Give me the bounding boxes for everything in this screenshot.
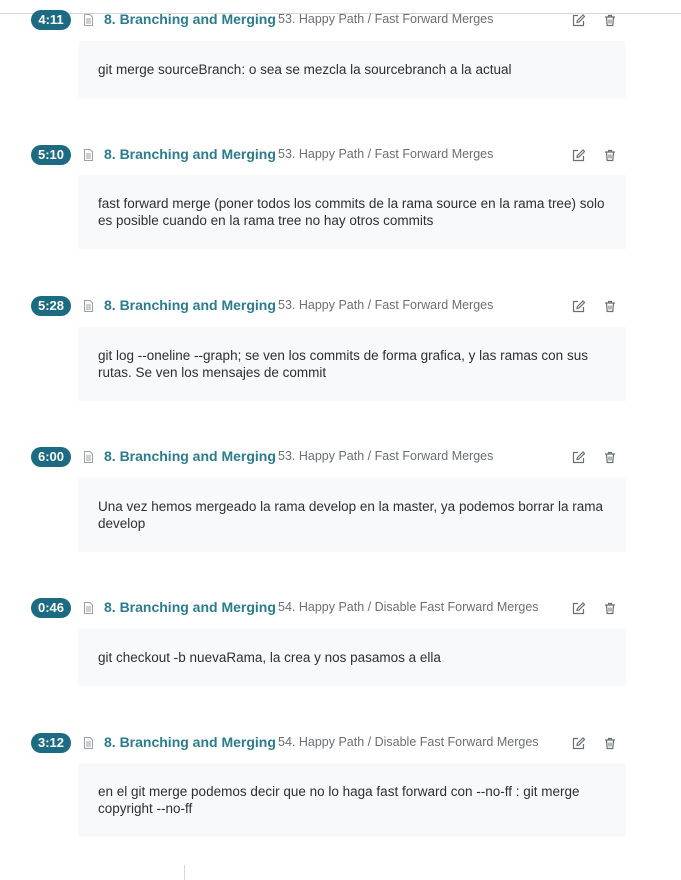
edit-button[interactable] bbox=[569, 146, 587, 164]
timestamp-badge[interactable]: 5:28 bbox=[31, 296, 71, 316]
note-header: 5:28 8. Branching and Merging 53. Happy … bbox=[31, 296, 631, 316]
lecture-title: 53. Happy Path / Fast Forward Merges bbox=[278, 12, 494, 26]
timestamp-badge[interactable]: 3:12 bbox=[31, 733, 71, 753]
edit-icon bbox=[572, 601, 585, 614]
lecture-title: 54. Happy Path / Disable Fast Forward Me… bbox=[278, 735, 539, 749]
document-icon bbox=[84, 300, 93, 312]
edit-button[interactable] bbox=[569, 599, 587, 617]
edit-icon bbox=[572, 299, 585, 312]
section-link[interactable]: 8. Branching and Merging bbox=[104, 599, 276, 615]
edit-button[interactable] bbox=[569, 734, 587, 752]
note-content: Una vez hemos mergeado la rama develop e… bbox=[78, 478, 626, 552]
note-text: fast forward merge (poner todos los comm… bbox=[98, 196, 605, 228]
delete-button[interactable] bbox=[601, 599, 619, 617]
trash-icon bbox=[605, 149, 615, 161]
edit-icon bbox=[572, 736, 585, 749]
delete-button[interactable] bbox=[601, 734, 619, 752]
document-icon bbox=[84, 737, 93, 749]
note-content: fast forward merge (poner todos los comm… bbox=[78, 175, 626, 249]
note-content: git merge sourceBranch: o sea se mezcla … bbox=[78, 41, 626, 98]
document-icon bbox=[84, 451, 93, 463]
timestamp-badge[interactable]: 5:10 bbox=[31, 145, 71, 165]
note-header: 4:11 8. Branching and Merging 53. Happy … bbox=[31, 10, 631, 30]
note-text: git merge sourceBranch: o sea se mezcla … bbox=[98, 62, 512, 77]
lecture-title: 53. Happy Path / Fast Forward Merges bbox=[278, 147, 494, 161]
lecture-title: 53. Happy Path / Fast Forward Merges bbox=[278, 449, 494, 463]
note-content: git checkout -b nuevaRama, la crea y nos… bbox=[78, 629, 626, 686]
timestamp-badge[interactable]: 0:46 bbox=[31, 598, 71, 618]
section-link[interactable]: 8. Branching and Merging bbox=[104, 11, 276, 27]
note-header: 6:00 8. Branching and Merging 53. Happy … bbox=[31, 447, 631, 467]
section-link[interactable]: 8. Branching and Merging bbox=[104, 448, 276, 464]
document-icon bbox=[84, 149, 93, 161]
delete-button[interactable] bbox=[601, 146, 619, 164]
delete-button[interactable] bbox=[601, 297, 619, 315]
divider bbox=[184, 865, 185, 880]
note-header: 3:12 8. Branching and Merging 54. Happy … bbox=[31, 733, 631, 753]
section-link[interactable]: 8. Branching and Merging bbox=[104, 146, 276, 162]
trash-icon bbox=[605, 14, 615, 26]
document-icon bbox=[84, 602, 93, 614]
edit-icon bbox=[572, 13, 585, 26]
edit-button[interactable] bbox=[569, 448, 587, 466]
delete-button[interactable] bbox=[601, 11, 619, 29]
section-link[interactable]: 8. Branching and Merging bbox=[104, 297, 276, 313]
timestamp-badge[interactable]: 4:11 bbox=[31, 10, 71, 30]
note-text: Una vez hemos mergeado la rama develop e… bbox=[98, 499, 604, 531]
note-content: en el git merge podemos decir que no lo … bbox=[78, 763, 626, 837]
note-content: git log --oneline --graph; se ven los co… bbox=[78, 327, 626, 401]
section-link[interactable]: 8. Branching and Merging bbox=[104, 734, 276, 750]
edit-icon bbox=[572, 450, 585, 463]
note-text: git log --oneline --graph; se ven los co… bbox=[98, 348, 588, 380]
trash-icon bbox=[605, 300, 615, 312]
lecture-title: 54. Happy Path / Disable Fast Forward Me… bbox=[278, 600, 539, 614]
note-header: 5:10 8. Branching and Merging 53. Happy … bbox=[31, 145, 631, 165]
delete-button[interactable] bbox=[601, 448, 619, 466]
document-icon bbox=[84, 14, 93, 26]
note-header: 0:46 8. Branching and Merging 54. Happy … bbox=[31, 598, 631, 618]
note-text: git checkout -b nuevaRama, la crea y nos… bbox=[98, 650, 441, 665]
note-text: en el git merge podemos decir que no lo … bbox=[98, 784, 580, 816]
lecture-title: 53. Happy Path / Fast Forward Merges bbox=[278, 298, 494, 312]
trash-icon bbox=[605, 737, 615, 749]
edit-button[interactable] bbox=[569, 11, 587, 29]
edit-icon bbox=[572, 148, 585, 161]
trash-icon bbox=[605, 602, 615, 614]
trash-icon bbox=[605, 451, 615, 463]
edit-button[interactable] bbox=[569, 297, 587, 315]
timestamp-badge[interactable]: 6:00 bbox=[31, 447, 71, 467]
